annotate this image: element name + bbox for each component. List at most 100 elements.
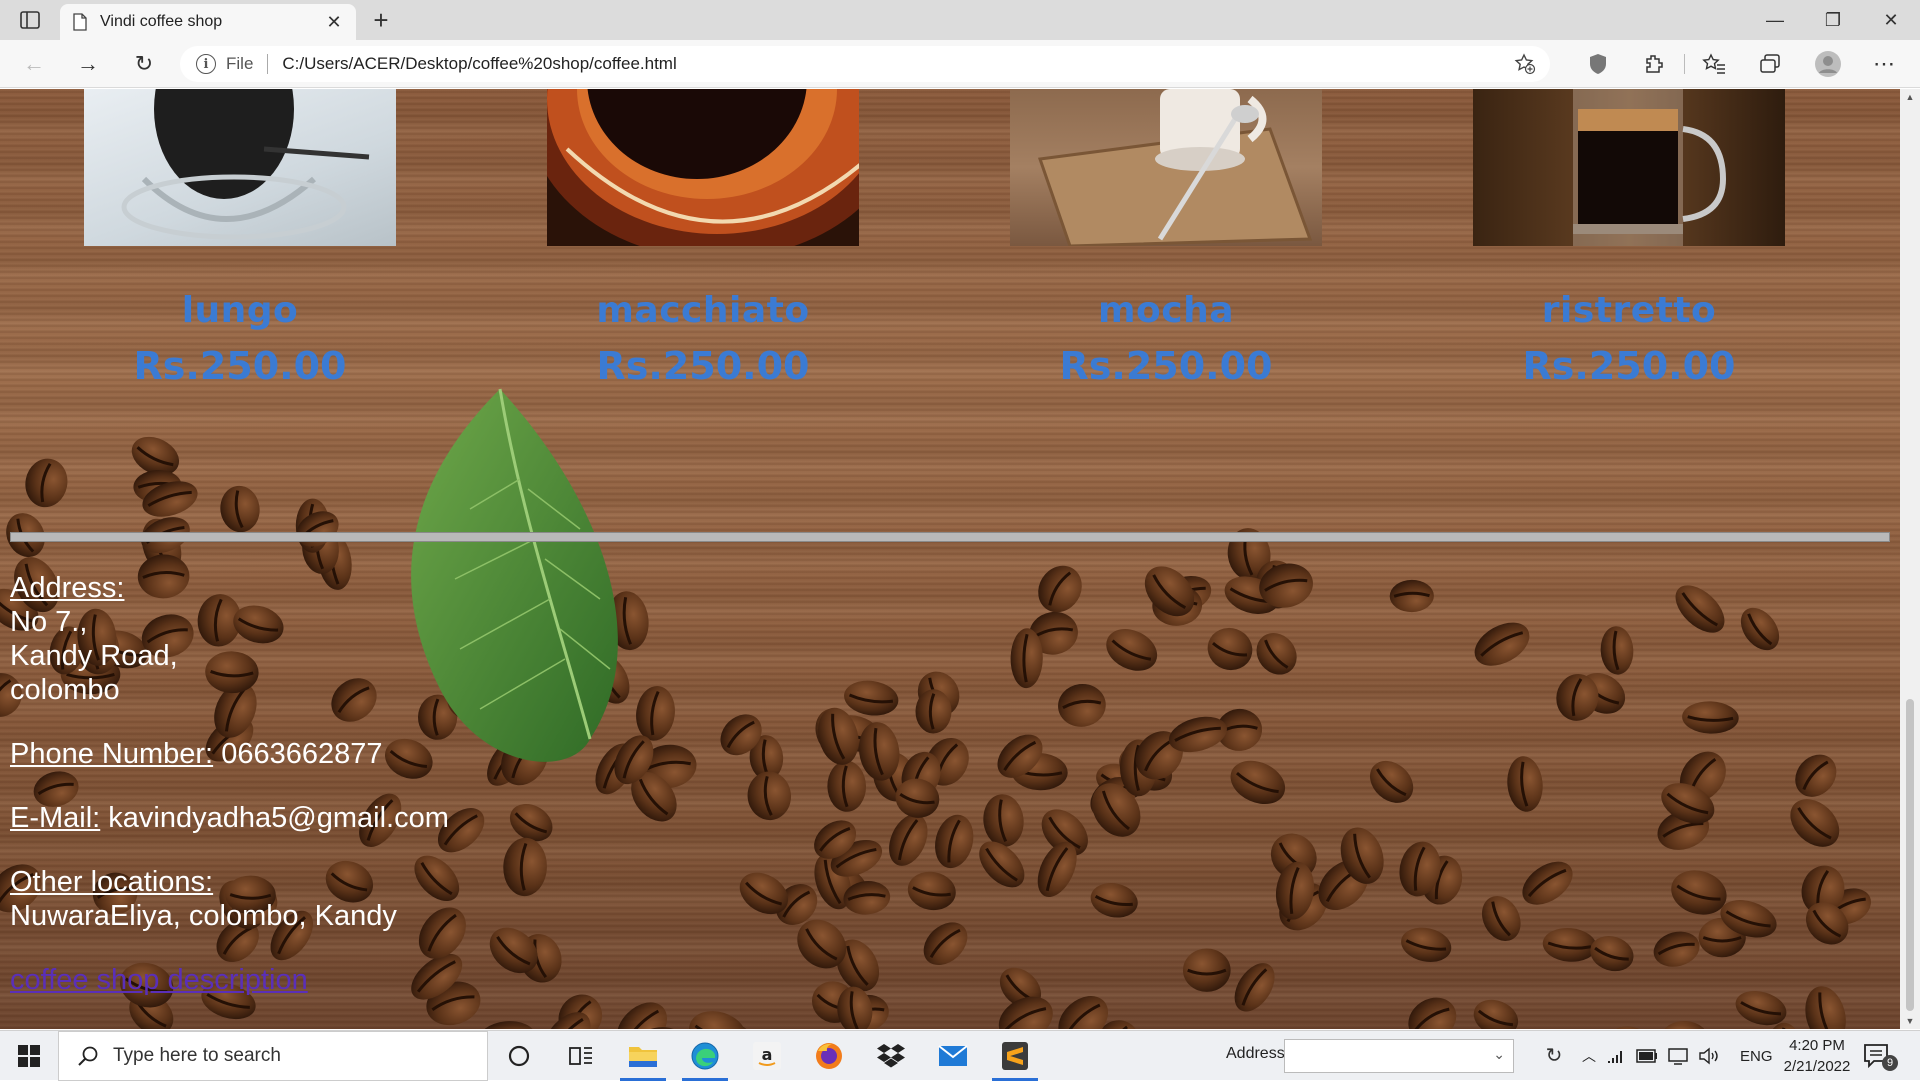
minimize-button[interactable]: — (1752, 6, 1798, 34)
page-viewport: lungo Rs.250.00 macchiato Rs.250.00 moch… (0, 89, 1900, 1029)
coffee-bean (983, 794, 1024, 847)
page-scrollbar[interactable]: ▲ ▼ (1900, 89, 1920, 1029)
edge-browser-icon[interactable] (676, 1031, 734, 1081)
macchiato-photo (547, 89, 859, 246)
new-tab-button[interactable]: + (366, 6, 396, 36)
coffee-bean (1507, 756, 1543, 812)
coffee-bean (1090, 883, 1138, 918)
dropbox-icon[interactable] (862, 1031, 920, 1081)
search-placeholder: Type here to search (113, 1045, 281, 1066)
taskbar-search-box[interactable]: Type here to search (58, 1031, 488, 1081)
network-icon[interactable] (1606, 1047, 1626, 1065)
mail-icon[interactable] (924, 1031, 982, 1081)
coffee-bean (1106, 629, 1158, 671)
coffee-bean (1675, 585, 1725, 633)
profile-avatar-icon[interactable] (1814, 50, 1842, 78)
battery-icon[interactable] (1636, 1049, 1658, 1063)
coffee-bean (1795, 754, 1837, 797)
windows-taskbar: Type here to search a Address ⌄ ↻ ︿ ENG … (0, 1030, 1920, 1081)
info-icon[interactable]: i (196, 54, 216, 74)
locations-label: Other locations: (10, 866, 214, 898)
coffee-bean (923, 922, 968, 966)
product-name: lungo (181, 290, 299, 331)
taskbar-address-label: Address (1226, 1045, 1285, 1062)
notification-center-button[interactable]: 9 (1862, 1041, 1902, 1071)
amazon-icon[interactable]: a (738, 1031, 796, 1081)
more-menu-icon[interactable]: ⋯ (1870, 50, 1898, 78)
sublime-text-icon[interactable] (986, 1031, 1044, 1081)
coffee-bean (1230, 760, 1286, 805)
extensions-icon[interactable] (1640, 50, 1668, 78)
address-line: colombo (10, 674, 120, 706)
product-name: mocha (1097, 290, 1234, 331)
volume-icon[interactable] (1698, 1047, 1720, 1065)
coffee-bean (1058, 683, 1106, 727)
show-hidden-icons-icon[interactable]: ︿ (1582, 1046, 1596, 1066)
coffee-bean (1207, 627, 1253, 671)
coffee-bean (1408, 997, 1457, 1029)
close-window-button[interactable]: ✕ (1868, 6, 1914, 34)
description-link[interactable]: coffee shop description (10, 964, 308, 996)
taskbar-address-refresh-icon[interactable]: ↻ (1542, 1043, 1566, 1069)
start-button[interactable] (0, 1031, 58, 1081)
coffee-bean (907, 871, 956, 911)
url-scheme: File (226, 54, 254, 73)
task-view-icon[interactable] (552, 1031, 610, 1081)
coffee-bean (1790, 799, 1840, 847)
firefox-icon[interactable] (800, 1031, 858, 1081)
product-card-ristretto: ristretto Rs.250.00 (1473, 89, 1785, 388)
coffee-bean (1542, 928, 1597, 962)
coffee-bean (1653, 931, 1700, 967)
chevron-down-icon[interactable]: ⌄ (1493, 1046, 1505, 1063)
coffee-bean (295, 1022, 351, 1029)
coffee-bean (1682, 701, 1739, 734)
browser-toolbar: ← → ↻ i File C:/Users/ACER/Desktop/coffe… (0, 40, 1920, 88)
coffee-bean (1600, 626, 1634, 675)
coffee-bean (1740, 607, 1780, 651)
close-tab-icon[interactable]: ✕ (324, 12, 344, 33)
refresh-button[interactable]: ↻ (128, 48, 160, 80)
url-text[interactable]: C:/Users/ACER/Desktop/coffee%20shop/coff… (282, 54, 676, 74)
scrollbar-thumb[interactable] (1906, 699, 1914, 1011)
coffee-bean (1474, 622, 1530, 666)
url-separator (267, 54, 269, 74)
address-block: Address: No 7., Kandy Road, colombo (10, 571, 449, 707)
coffee-bean (636, 686, 675, 741)
forward-button[interactable]: → (72, 48, 104, 80)
taskbar-clock[interactable]: 4:20 PM 2/21/2022 (1772, 1035, 1862, 1077)
scroll-up-arrow-icon[interactable]: ▲ (1900, 89, 1920, 105)
tab-actions-icon[interactable] (14, 8, 46, 32)
page-icon (73, 13, 87, 31)
locations-block: Other locations: NuwaraEliya, colombo, K… (10, 865, 449, 933)
taskbar-address-input[interactable]: ⌄ (1284, 1039, 1514, 1073)
ristretto-photo (1473, 89, 1785, 246)
cortana-icon[interactable] (490, 1031, 548, 1081)
product-name: ristretto (1541, 290, 1717, 331)
email-address: kavindyadha5@gmail.com (108, 802, 449, 834)
coffee-bean (1058, 995, 1109, 1029)
add-favorite-icon[interactable] (1514, 53, 1536, 75)
horizontal-rule (10, 532, 1890, 542)
file-explorer-icon[interactable] (614, 1031, 672, 1081)
lungo-photo (84, 89, 396, 246)
coffee-bean (1805, 986, 1846, 1029)
browser-tab-bar: Vindi coffee shop ✕ + — ❐ ✕ (0, 0, 1920, 40)
coffee-bean (889, 814, 928, 866)
collections-icon[interactable] (1756, 50, 1784, 78)
browser-tab[interactable]: Vindi coffee shop ✕ (60, 4, 356, 40)
coffee-bean (1401, 927, 1452, 962)
address-bar[interactable]: i File C:/Users/ACER/Desktop/coffee%20sh… (180, 46, 1550, 82)
product-price: Rs.250.00 (133, 344, 347, 388)
display-icon[interactable] (1668, 1047, 1688, 1065)
restore-button[interactable]: ❐ (1810, 6, 1856, 34)
language-indicator[interactable]: ENG (1740, 1048, 1773, 1065)
back-button[interactable]: ← (18, 48, 50, 80)
favorites-icon[interactable] (1700, 50, 1728, 78)
contact-section: Address: No 7., Kandy Road, colombo Phon… (10, 571, 449, 997)
tracking-shield-icon[interactable] (1584, 50, 1612, 78)
coffee-bean (1590, 936, 1634, 972)
coffee-bean (1234, 963, 1275, 1012)
tab-title: Vindi coffee shop (100, 13, 223, 30)
scroll-down-arrow-icon[interactable]: ▼ (1900, 1013, 1920, 1029)
coffee-bean (1607, 1026, 1655, 1029)
